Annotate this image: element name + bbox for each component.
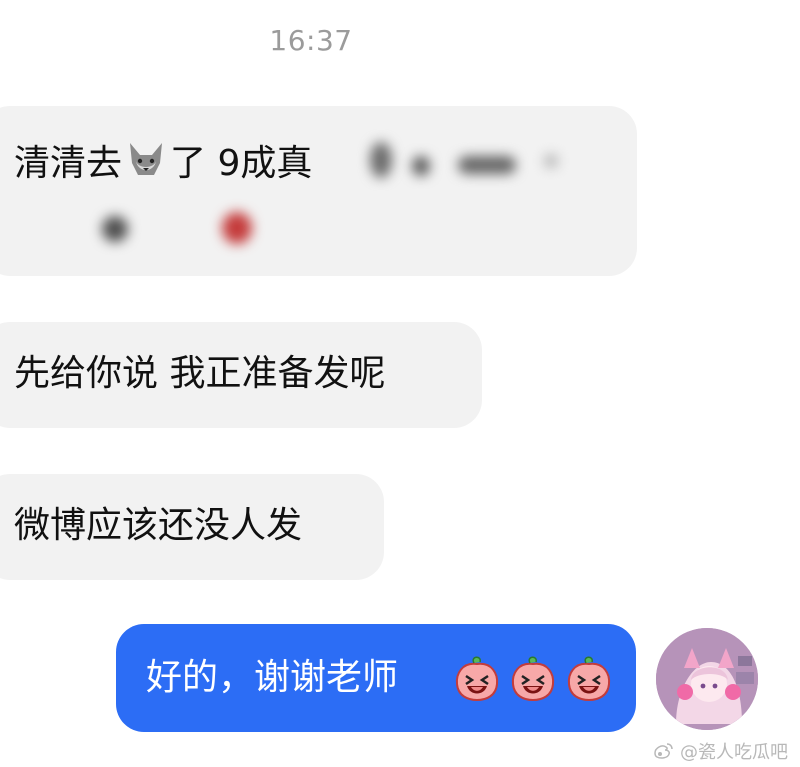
user-avatar[interactable] [656,628,758,730]
blurred-content [458,156,516,174]
incoming-message-bubble[interactable]: 先给你说 我正准备发呢 [0,322,482,428]
peach-laugh-icon-graphic [511,656,555,702]
blurred-content [544,154,558,168]
watermark-text: @瓷人吃瓜吧 [680,742,788,763]
weibo-icon [652,742,674,760]
message-text-after: 了 9成真 [170,143,313,184]
peach-laugh-icon-graphic [455,656,499,702]
peach-laugh-icon [452,654,502,715]
message-text: 微博应该还没人发 [14,505,303,546]
chat-window: 16:37 清清去 了 9成真 先给你说 我正准备发呢 微博应该还没人发 好的，… [0,0,800,767]
message-text: 先给你说 我正准备发呢 [14,353,386,394]
blurred-content [222,212,252,244]
anime-girl-avatar-graphic [656,628,758,730]
outgoing-message-bubble[interactable]: 好的，谢谢老师 [116,624,636,732]
wolf-icon [124,139,168,183]
peach-laugh-icon [564,654,614,715]
message-text: 好的，谢谢老师 [146,657,399,698]
incoming-message-bubble[interactable]: 微博应该还没人发 [0,474,384,580]
emoji-row [452,654,614,715]
peach-laugh-icon [508,654,558,715]
incoming-message-bubble[interactable]: 清清去 了 9成真 [0,106,637,276]
peach-laugh-icon-graphic [567,656,611,702]
message-text-before: 清清去 [14,143,123,184]
blurred-content [370,142,392,178]
weibo-watermark: @瓷人吃瓜吧 [652,738,788,764]
blurred-content [412,156,430,176]
weibo-icon-graphic [654,743,673,759]
message-text: 清清去 了 9成真 [14,139,312,188]
message-timestamp: 16:37 [269,24,353,57]
blurred-content [102,216,128,242]
wolf-icon-graphic [130,143,163,175]
